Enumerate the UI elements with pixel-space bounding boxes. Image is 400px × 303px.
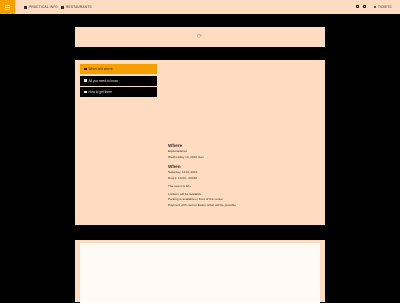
square-icon — [24, 5, 27, 9]
hamburger-icon — [5, 4, 10, 10]
tab-how-to-get-there[interactable]: How to get there — [80, 87, 157, 97]
tab-all-you-need-to-know[interactable]: All you need to know — [80, 75, 157, 86]
nav-practical-info[interactable]: PRACTICAL INFO — [24, 4, 58, 10]
language-option-2[interactable] — [362, 4, 367, 9]
nav-restaurants-label: RESTAURANTS — [66, 5, 92, 9]
top-bar: PRACTICAL INFO RESTAURANTS TICKETS — [0, 0, 400, 14]
extra-info-line: Payment with card or Eaton-ticket will b… — [168, 202, 236, 207]
map-area[interactable] — [80, 243, 320, 303]
square-icon — [61, 5, 64, 9]
tab-label: When and where — [88, 67, 113, 71]
nav-practical-info-label: PRACTICAL INFO — [29, 5, 59, 9]
tickets-label: TICKETS — [378, 5, 392, 9]
square-icon — [84, 79, 87, 82]
tab-label: How to get there — [88, 90, 112, 94]
ticket-icon — [374, 6, 376, 8]
square-icon — [84, 67, 87, 71]
language-flag-icon — [356, 5, 359, 8]
info-tabs: When and where All you need to know How … — [80, 64, 157, 99]
language-flag-icon — [363, 5, 366, 8]
language-option-1[interactable] — [355, 4, 360, 9]
square-icon — [84, 90, 87, 94]
loading-icon: ⟳ — [197, 34, 203, 40]
tab-label: All you need to know — [88, 78, 118, 83]
menu-button[interactable] — [0, 0, 15, 14]
tickets-link[interactable]: TICKETS — [374, 4, 391, 10]
nav-restaurants[interactable]: RESTAURANTS — [61, 4, 92, 10]
event-info: Where Esplanadenet Wednesday 14, 2016 Ge… — [168, 143, 318, 208]
tab-when-and-where[interactable]: When and where — [80, 64, 157, 74]
